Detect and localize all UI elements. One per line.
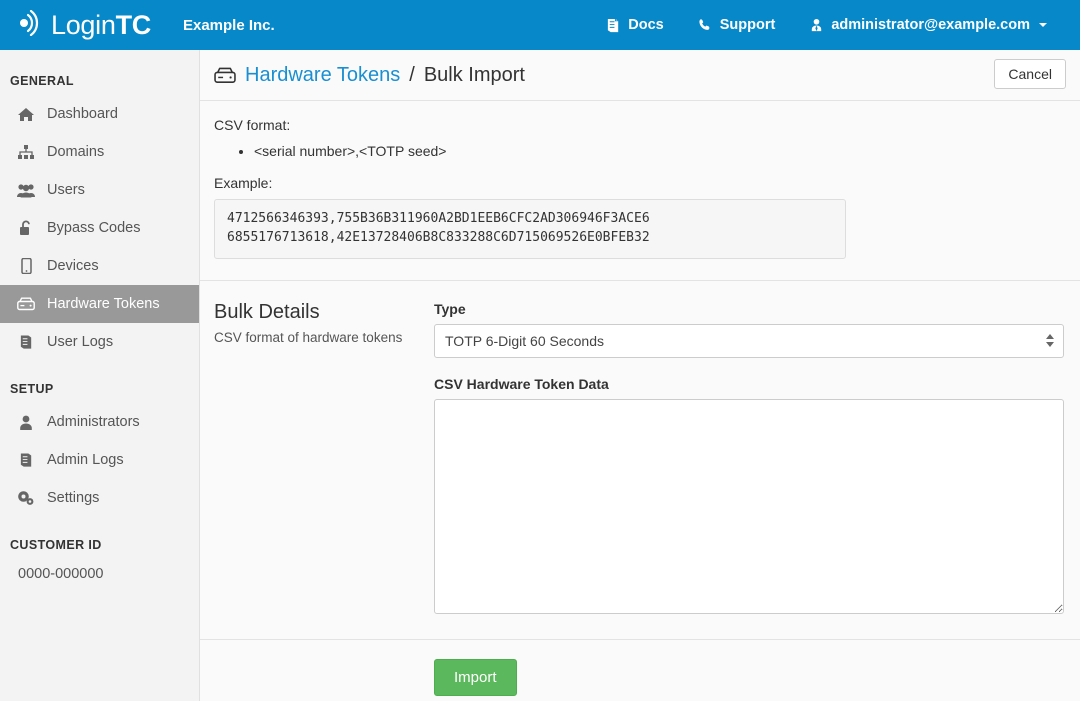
organization-name: Example Inc. [182,16,275,34]
list-item: <serial number>,<TOTP seed> [254,141,1066,161]
nav-user-menu[interactable]: administrator@example.com [792,17,1064,33]
type-label: Type [434,300,466,317]
form-fields-column: Type TOTP 6-Digit 60 Seconds CSV Hardwar… [434,301,1066,614]
bulk-details-title: Bulk Details [214,300,320,323]
example-label: Example: [214,175,273,191]
page-title: Bulk Import [423,63,525,86]
hdd-icon [16,297,36,311]
sidebar-item-label: Settings [47,490,100,506]
user-icon [16,415,36,430]
breadcrumb-separator: / [409,63,415,86]
breadcrumb: Hardware Tokens / Bulk Import [214,64,525,87]
sidebar-item-users[interactable]: Users [0,171,199,209]
sidebar-heading-customer-id: CUSTOMER ID [10,538,102,552]
main-content: Hardware Tokens / Bulk Import Cancel CSV… [200,50,1080,701]
sidebar-item-label: Dashboard [47,106,118,122]
example-line-2: 6855176713618,42E13728406B8C833288C6D715… [227,229,650,245]
book-icon [606,18,621,33]
hdd-icon [214,67,236,84]
sidebar-item-hardware-tokens[interactable]: Hardware Tokens [0,285,199,323]
nav-link-docs[interactable]: Docs [589,17,680,33]
sidebar-item-devices[interactable]: Devices [0,247,199,285]
users-icon [16,183,36,198]
brand-login-text: Login [51,9,116,40]
brand-tc-text: TC [115,9,152,40]
gears-icon [16,490,36,506]
sidebar-heading-setup: SETUP [10,382,54,396]
unlock-icon [16,220,36,236]
nav-user-email: administrator@example.com [831,17,1030,33]
example-line-1: 4712566346393,755B36B311960A2BD1EEB6CFC2… [227,211,650,226]
bulk-details-form: Bulk Details CSV format of hardware toke… [200,281,1080,614]
sidebar-item-label: Users [47,182,85,198]
mobile-icon [16,258,36,274]
chevron-down-icon [1039,23,1047,27]
sidebar-item-label: Administrators [47,414,140,430]
sidebar-item-label: Devices [47,258,99,274]
sidebar-item-label: Domains [47,144,105,160]
nav-link-label: Docs [628,17,664,33]
sidebar-heading-general: GENERAL [10,74,74,88]
sidebar-item-label: Hardware Tokens [47,296,160,312]
cancel-button[interactable]: Cancel [994,59,1066,89]
sidebar-item-administrators[interactable]: Administrators [0,403,199,441]
page-header: Hardware Tokens / Bulk Import Cancel [200,50,1080,101]
sidebar-item-label: Admin Logs [47,452,124,468]
sidebar-item-dashboard[interactable]: Dashboard [0,95,199,133]
navbar-links: Docs Support administrator@example.com [589,17,1064,33]
footer-actions: Import [200,640,1080,696]
book-icon [16,452,36,468]
sitemap-icon [16,144,36,160]
sidebar-item-label: User Logs [47,334,114,350]
home-icon [16,107,36,122]
book-icon [16,334,36,350]
nav-link-label: Support [719,17,776,33]
csv-format-section: CSV format: <serial number>,<TOTP seed> … [200,101,1080,259]
nav-link-support[interactable]: Support [681,17,793,33]
customer-id-value: 0000-000000 [18,566,104,582]
csv-data-group: CSV Hardware Token Data [434,376,1066,614]
sidebar-item-bypass-codes[interactable]: Bypass Codes [0,209,199,247]
user-tie-icon [809,18,824,33]
top-navbar: Login TC Example Inc. Docs Support admin… [0,0,1080,50]
signal-wave-icon [14,9,44,41]
sidebar-item-label: Bypass Codes [47,220,141,236]
csv-data-textarea[interactable] [434,398,1064,614]
sidebar-item-settings[interactable]: Settings [0,479,199,517]
sidebar-item-user-logs[interactable]: User Logs [0,323,199,361]
csv-format-label: CSV format: [214,117,291,133]
type-select[interactable]: TOTP 6-Digit 60 Seconds [434,323,1064,358]
brand-wordmark: Login TC [51,9,152,40]
sidebar-item-admin-logs[interactable]: Admin Logs [0,441,199,479]
csv-example-code-block: 4712566346393,755B36B311960A2BD1EEB6CFC2… [214,199,846,259]
type-select-wrapper: TOTP 6-Digit 60 Seconds [434,323,1064,358]
sidebar: GENERAL Dashboard Domains Users Bypass C… [0,50,200,701]
csv-data-label: CSV Hardware Token Data [434,375,609,392]
bulk-details-subtitle: CSV format of hardware tokens [214,329,403,345]
brand-logo[interactable]: Login TC [14,9,152,41]
import-button[interactable]: Import [434,658,517,696]
breadcrumb-link-hardware-tokens[interactable]: Hardware Tokens [245,64,400,87]
sidebar-item-domains[interactable]: Domains [0,133,199,171]
form-description-column: Bulk Details CSV format of hardware toke… [214,301,434,614]
csv-format-list: <serial number>,<TOTP seed> [214,141,1066,161]
phone-icon [698,18,713,33]
